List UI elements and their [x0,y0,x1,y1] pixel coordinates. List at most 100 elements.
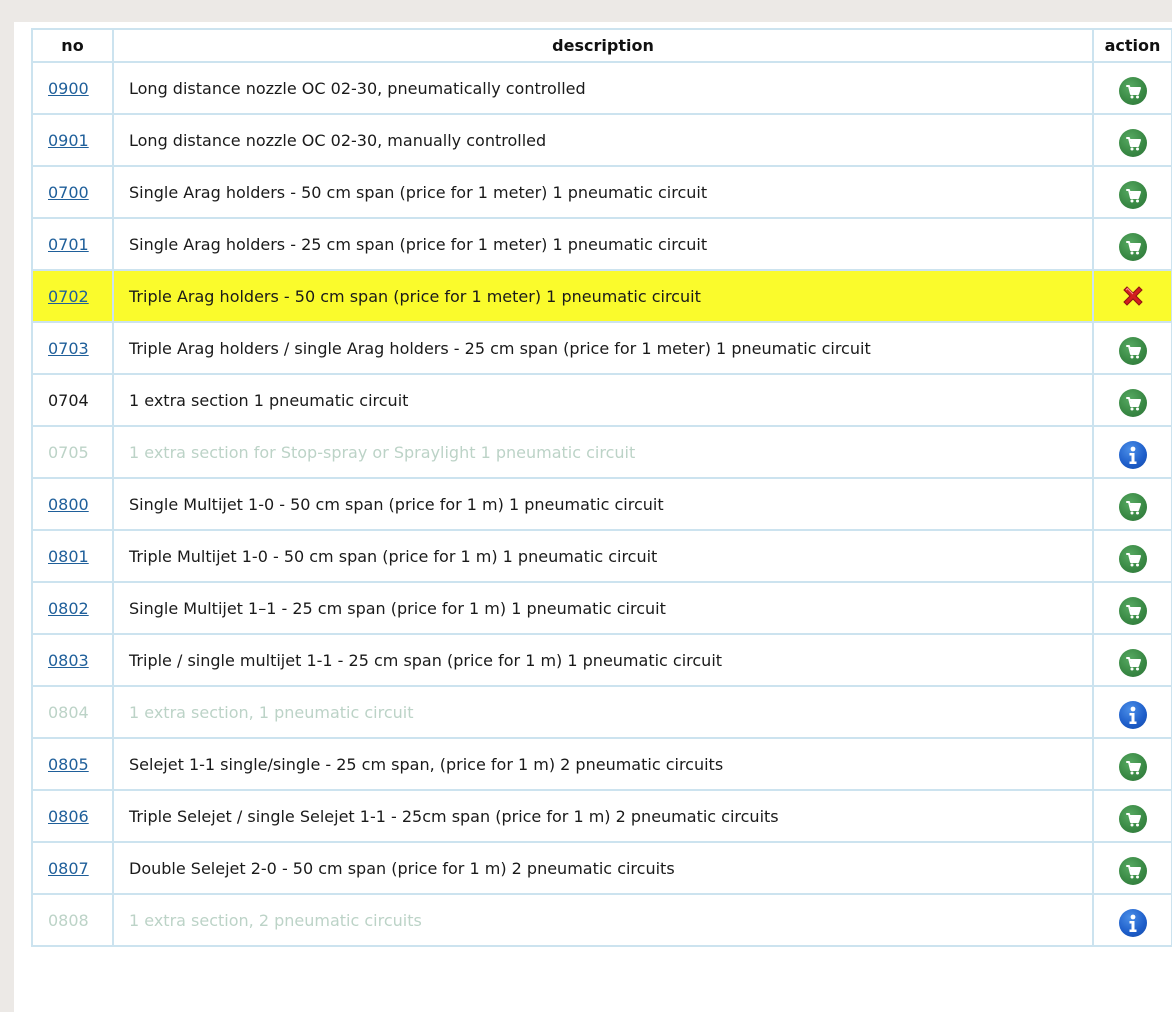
table-row: 0805 Selejet 1-1 single/single - 25 cm sp… [31,737,1172,791]
row-action-cell [1092,477,1172,531]
cart-icon[interactable] [1118,233,1147,261]
row-description: 1 extra section for Stop-spray or Sprayl… [112,425,1094,479]
row-description: Triple Selejet / single Selejet 1-1 - 25… [112,789,1094,843]
table-row: 0900 Long distance nozzle OC 02-30, pneum… [31,61,1172,115]
row-description: 1 extra section, 2 pneumatic circuits [112,893,1094,947]
row-description: Single Arag holders - 50 cm span (price … [112,165,1094,219]
parts-table: no description action 0900 Long distance … [31,28,1172,947]
table-row: 0807 Double Selejet 2-0 - 50 cm span (pri… [31,841,1172,895]
row-number-link[interactable]: 0806 [48,807,89,826]
row-action-cell [1092,893,1172,947]
info-icon[interactable] [1118,441,1147,469]
header-description: description [112,28,1094,63]
row-number-cell: 0703 [31,321,114,375]
row-number-cell: 0700 [31,165,114,219]
parts-panel: no description action 0900 Long distance … [14,22,1172,1012]
row-action-cell [1092,581,1172,635]
row-action-cell [1092,321,1172,375]
cart-icon[interactable] [1118,545,1147,573]
table-row: 0704 1 extra section 1 pneumatic circuit [31,373,1172,427]
info-icon[interactable] [1118,701,1147,729]
table-row: 0703 Triple Arag holders / single Arag ho… [31,321,1172,375]
row-action-cell [1092,633,1172,687]
row-description: Triple Arag holders - 50 cm span (price … [112,269,1094,323]
table-row: 0800 Single Multijet 1-0 - 50 cm span (pr… [31,477,1172,531]
row-number-link[interactable]: 0901 [48,131,89,150]
cart-icon[interactable] [1118,337,1147,365]
row-action-cell [1092,737,1172,791]
table-row: 0701 Single Arag holders - 25 cm span (pr… [31,217,1172,271]
row-number-cell: 0705 [31,425,114,479]
row-number-cell: 0802 [31,581,114,635]
row-action-cell [1092,425,1172,479]
row-description: Triple Multijet 1-0 - 50 cm span (price … [112,529,1094,583]
row-number-link[interactable]: 0801 [48,547,89,566]
row-number-cell: 0807 [31,841,114,895]
row-number-cell: 0804 [31,685,114,739]
table-row: 0806 Triple Selejet / single Selejet 1-1 … [31,789,1172,843]
table-row: 0802 Single Multijet 1–1 - 25 cm span (pr… [31,581,1172,635]
cart-icon[interactable] [1118,753,1147,781]
row-number: 0704 [48,390,89,410]
table-row: 0801 Triple Multijet 1-0 - 50 cm span (pr… [31,529,1172,583]
row-action-cell [1092,113,1172,167]
row-description: 1 extra section 1 pneumatic circuit [112,373,1094,427]
cart-icon[interactable] [1118,597,1147,625]
cart-icon[interactable] [1118,389,1147,417]
cart-icon[interactable] [1118,77,1147,105]
row-description: Long distance nozzle OC 02-30, pneumatic… [112,61,1094,115]
table-row: 0808 1 extra section, 2 pneumatic circuit… [31,893,1172,947]
row-number-cell: 0701 [31,217,114,271]
row-number-link[interactable]: 0900 [48,79,89,98]
row-number-cell: 0801 [31,529,114,583]
row-number-link[interactable]: 0702 [48,287,89,306]
row-number-link[interactable]: 0700 [48,183,89,202]
row-number-link[interactable]: 0800 [48,495,89,514]
row-action-cell [1092,269,1172,323]
row-number: 0804 [48,702,89,722]
row-action-cell [1092,685,1172,739]
row-number-cell: 0806 [31,789,114,843]
row-number-link[interactable]: 0703 [48,339,89,358]
cart-icon[interactable] [1118,493,1147,521]
header-action: action [1092,28,1172,63]
row-number-link[interactable]: 0701 [48,235,89,254]
row-description: Selejet 1-1 single/single - 25 cm span, … [112,737,1094,791]
info-icon[interactable] [1118,909,1147,937]
row-description: 1 extra section, 1 pneumatic circuit [112,685,1094,739]
table-header-row: no description action [31,28,1172,63]
table-row: 0702 Triple Arag holders - 50 cm span (pr… [31,269,1172,323]
row-number-cell: 0803 [31,633,114,687]
row-number-link[interactable]: 0807 [48,859,89,878]
row-number-cell: 0704 [31,373,114,427]
cart-icon[interactable] [1118,805,1147,833]
row-number-cell: 0800 [31,477,114,531]
remove-icon[interactable] [1120,283,1146,309]
row-action-cell [1092,61,1172,115]
row-description: Triple Arag holders / single Arag holder… [112,321,1094,375]
row-number: 0808 [48,910,89,930]
row-description: Long distance nozzle OC 02-30, manually … [112,113,1094,167]
row-action-cell [1092,841,1172,895]
row-number-link[interactable]: 0805 [48,755,89,774]
row-number: 0705 [48,442,89,462]
header-no: no [31,28,114,63]
row-action-cell [1092,217,1172,271]
row-action-cell [1092,373,1172,427]
row-number-cell: 0808 [31,893,114,947]
row-action-cell [1092,529,1172,583]
row-number-link[interactable]: 0803 [48,651,89,670]
cart-icon[interactable] [1118,181,1147,209]
cart-icon[interactable] [1118,649,1147,677]
table-row: 0705 1 extra section for Stop-spray or Sp… [31,425,1172,479]
row-description: Single Arag holders - 25 cm span (price … [112,217,1094,271]
row-action-cell [1092,789,1172,843]
cart-icon[interactable] [1118,129,1147,157]
row-description: Double Selejet 2-0 - 50 cm span (price f… [112,841,1094,895]
row-number-cell: 0900 [31,61,114,115]
row-number-link[interactable]: 0802 [48,599,89,618]
cart-icon[interactable] [1118,857,1147,885]
table-row: 0700 Single Arag holders - 50 cm span (pr… [31,165,1172,219]
row-action-cell [1092,165,1172,219]
row-description: Single Multijet 1–1 - 25 cm span (price … [112,581,1094,635]
